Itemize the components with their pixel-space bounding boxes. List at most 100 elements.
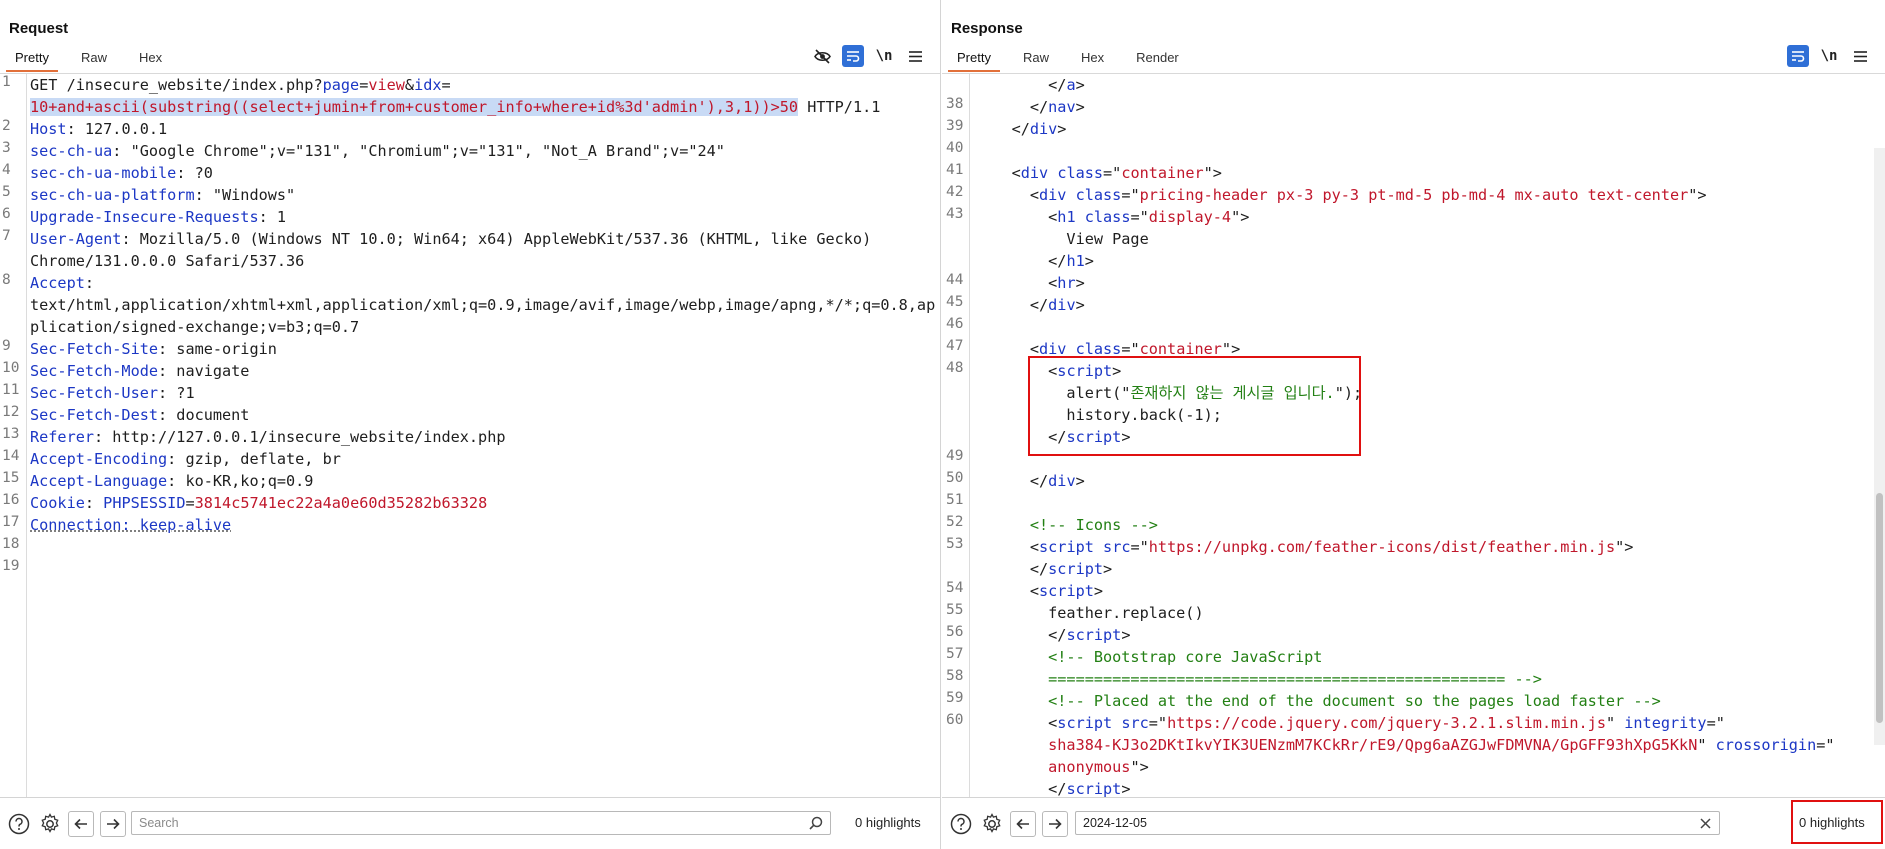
response-line: <hr>: [1048, 274, 1085, 292]
wrap-icon[interactable]: [842, 45, 864, 67]
line-number: 18: [2, 536, 20, 552]
response-highlights-count: 0 highlights: [1799, 815, 1865, 830]
line-number: 40: [946, 140, 964, 156]
gear-icon[interactable]: [980, 812, 1004, 836]
response-line: <div class="container">: [1029, 340, 1241, 358]
line-number: 39: [946, 118, 964, 134]
response-line: anonymous">: [1048, 758, 1149, 776]
request-code: GET /insecure_website/index.php?page=vie…: [30, 74, 935, 580]
line-number: 5: [2, 184, 11, 200]
tab-raw[interactable]: Raw: [1014, 48, 1058, 72]
request-header-line: plication/signed-exchange;v=b3;q=0.7: [30, 318, 360, 336]
response-line: <!-- Placed at the end of the document s…: [1048, 692, 1661, 710]
line-number: 16: [2, 492, 20, 508]
hide-icon[interactable]: [811, 45, 833, 67]
response-line: <script>: [1029, 582, 1104, 600]
request-line: GET /insecure_website/index.php?page=vie…: [30, 76, 451, 94]
scrollbar-thumb[interactable]: [1876, 493, 1883, 723]
response-scrollbar[interactable]: [1874, 148, 1885, 745]
response-line: [975, 140, 1855, 162]
response-pane: Response Pretty Raw Hex Render \n 38 39 40…: [942, 0, 1885, 849]
response-line: <script src="https://unpkg.com/feather-i…: [1029, 538, 1634, 556]
help-icon[interactable]: [7, 812, 31, 836]
response-line: [975, 492, 1855, 514]
response-editor[interactable]: 38 39 40 41 42 43 44 45 46 47 48 49 50 51 52 53 54 55 56 57…: [942, 74, 1885, 797]
response-line: sha384-KJ3o2DKtIkvYIK3UENzmM7KCkRr/rE9/Q…: [1048, 736, 1835, 754]
line-number: 13: [2, 426, 20, 442]
request-header-line: Host: 127.0.0.1: [30, 120, 168, 138]
line-number: 15: [2, 470, 20, 486]
request-header-line: Sec-Fetch-Site: same-origin: [30, 340, 277, 358]
line-number: 10: [2, 360, 20, 376]
menu-icon[interactable]: [904, 45, 926, 67]
line-number: 1: [2, 74, 11, 90]
line-number: 7: [2, 228, 11, 244]
line-number: 55: [946, 602, 964, 618]
request-header-line: sec-ch-ua: "Google Chrome";v="131", "Chr…: [30, 142, 725, 160]
tab-pretty[interactable]: Pretty: [948, 48, 1000, 72]
tab-hex[interactable]: Hex: [1072, 48, 1113, 72]
response-tabs: Pretty Raw Hex Render: [948, 48, 1202, 72]
request-header-line: sec-ch-ua-platform: "Windows": [30, 186, 296, 204]
line-number: 43: [946, 206, 964, 222]
tab-pretty[interactable]: Pretty: [6, 48, 58, 72]
search-icon[interactable]: [808, 815, 824, 831]
line-number: 53: [946, 536, 964, 552]
line-number: 58: [946, 668, 964, 684]
tab-render[interactable]: Render: [1127, 48, 1188, 72]
request-editor[interactable]: 1 2 3 4 5 6 7 8 9 10 11 12 13 14 15 16 1…: [0, 74, 940, 797]
request-header-line: sec-ch-ua-mobile: ?0: [30, 164, 213, 182]
previous-arrow-icon[interactable]: [68, 810, 94, 837]
next-arrow-icon[interactable]: [100, 810, 126, 837]
request-header-line: Referer: http://127.0.0.1/insecure_websi…: [30, 428, 506, 446]
line-number: 3: [2, 140, 11, 156]
response-line-gutter: 38 39 40 41 42 43 44 45 46 47 48 49 50 51 52 53 54 55 56 57…: [942, 74, 970, 797]
line-number: 6: [2, 206, 11, 222]
response-line: </script>: [1048, 780, 1131, 797]
line-number: 11: [2, 382, 20, 398]
response-line: <div class="pricing-header px-3 py-3 pt-…: [1029, 186, 1707, 204]
request-header-line: Accept:: [30, 274, 95, 292]
newline-icon[interactable]: \n: [873, 45, 895, 67]
newline-icon[interactable]: \n: [1818, 45, 1840, 67]
line-number: 12: [2, 404, 20, 420]
line-number: 38: [946, 96, 964, 112]
request-header-line: Cookie: PHPSESSID=3814c5741ec22a4a0e60d3…: [30, 494, 488, 512]
line-number: 8: [2, 272, 11, 288]
request-header-line: Sec-Fetch-Dest: document: [30, 406, 250, 424]
line-number: 50: [946, 470, 964, 486]
tab-raw[interactable]: Raw: [72, 48, 116, 72]
line-number: 41: [946, 162, 964, 178]
request-highlights-count: 0 highlights: [855, 815, 921, 830]
help-icon[interactable]: [949, 812, 973, 836]
response-line: </div>: [1029, 296, 1085, 314]
line-number: 59: [946, 690, 964, 706]
request-pane: Request Pretty Raw Hex \n 1 2 3 4 5 6 7 …: [0, 0, 941, 849]
menu-icon[interactable]: [1849, 45, 1871, 67]
gear-icon[interactable]: [38, 812, 62, 836]
request-toolbar: \n: [802, 45, 926, 67]
tab-hex[interactable]: Hex: [130, 48, 171, 72]
wrap-icon[interactable]: [1787, 45, 1809, 67]
previous-arrow-icon[interactable]: [1010, 810, 1036, 837]
request-header-line: Sec-Fetch-User: ?1: [30, 384, 195, 402]
request-header-line: text/html,application/xhtml+xml,applicat…: [30, 296, 936, 314]
next-arrow-icon[interactable]: [1042, 810, 1068, 837]
line-number: 54: [946, 580, 964, 596]
clear-icon[interactable]: [1697, 815, 1713, 831]
response-line: <!-- Bootstrap core JavaScript: [1048, 648, 1323, 666]
request-header-line: Upgrade-Insecure-Requests: 1: [30, 208, 287, 226]
request-search-input[interactable]: [139, 816, 761, 830]
response-line: <!-- Icons -->: [1029, 516, 1158, 534]
response-search-box: [1075, 811, 1720, 835]
response-search-input[interactable]: [1083, 816, 1656, 830]
request-title: Request: [9, 20, 69, 37]
response-line: </script>: [1048, 428, 1131, 446]
response-line: feather.replace(): [1048, 604, 1204, 622]
response-line: </script>: [1048, 626, 1131, 644]
response-line: <script src="https://code.jquery.com/jqu…: [1048, 714, 1725, 732]
line-number: 48: [946, 360, 964, 376]
response-line: [975, 316, 1855, 338]
line-number: 51: [946, 492, 964, 508]
selected-payload[interactable]: 10+and+ascii(substring((select+jumin+fro…: [30, 98, 799, 116]
